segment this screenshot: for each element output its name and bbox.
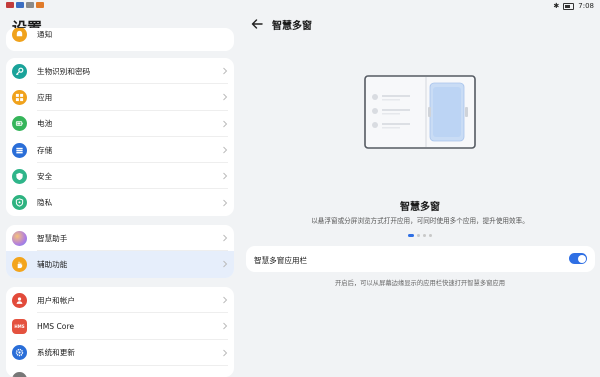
settings-item-apps[interactable]: 应用 (6, 84, 234, 111)
shield-icon (12, 168, 27, 184)
chevron-right-icon (223, 323, 228, 330)
chevron-right-icon (223, 296, 228, 304)
pager-dot-active[interactable] (408, 234, 414, 237)
settings-item-hms-core[interactable]: HMS HMS Core (6, 313, 234, 340)
settings-item-security[interactable]: 安全 (6, 163, 234, 190)
settings-item-notifications[interactable]: 通知 (6, 28, 234, 47)
user-icon (12, 292, 27, 308)
settings-item-system-update[interactable]: 系统和更新 (6, 340, 234, 366)
settings-item-users[interactable]: 用户和帐户 (6, 287, 234, 314)
pager-dot[interactable] (423, 234, 426, 237)
battery-icon (12, 116, 27, 132)
settings-group-accounts: 用户和帐户 HMS HMS Core 系统和更新 (6, 287, 234, 377)
settings-pane: 设置 通知 生物识别和密码 应用 (0, 0, 242, 377)
chevron-right-icon (223, 172, 228, 180)
feature-description: 以悬浮窗或分屏浏览方式打开应用，可同时使用多个应用，提升使用效率。 (311, 217, 529, 225)
settings-item-storage[interactable]: 存储 (6, 137, 234, 164)
hand-icon (12, 256, 27, 272)
pager-dot[interactable] (429, 234, 432, 237)
settings-group-top: 通知 (6, 28, 234, 51)
apps-grid-icon (12, 89, 27, 105)
multi-window-illustration (364, 75, 476, 149)
chevron-right-icon (223, 261, 228, 268)
bell-icon (12, 28, 27, 42)
settings-item-battery[interactable]: 电池 (6, 111, 234, 137)
settings-group-assist: 智慧助手 辅助功能 (6, 225, 234, 278)
detail-pane (242, 0, 600, 375)
settings-item-accessibility[interactable]: 辅助功能 (6, 251, 234, 278)
chevron-right-icon (223, 67, 228, 75)
toggle-knob (577, 254, 586, 263)
chevron-right-icon (223, 349, 228, 357)
settings-item-privacy[interactable]: 隐私 (6, 189, 234, 215)
more-icon (12, 371, 27, 377)
chevron-right-icon (223, 94, 228, 101)
pager-dots (408, 234, 432, 237)
key-icon (12, 63, 27, 79)
chevron-right-icon (223, 146, 228, 154)
toggle-label: 智慧多窗应用栏 (254, 256, 308, 265)
storage-icon (12, 142, 27, 158)
settings-group-system: 生物识别和密码 应用 电池 存储 安全 隐私 (6, 58, 234, 216)
chevron-right-icon (223, 120, 228, 128)
settings-item-biometrics[interactable]: 生物识别和密码 (6, 58, 234, 85)
toggle-hint: 开启后，可以从屏幕边缘显示的应用栏快速打开智慧多窗应用 (334, 280, 505, 287)
chevron-right-icon (223, 234, 228, 242)
settings-item-smart-assistant[interactable]: 智慧助手 (6, 225, 234, 252)
hms-core-icon: HMS (12, 318, 27, 334)
settings-item-more[interactable] (6, 366, 234, 377)
app-bar-toggle-switch[interactable] (569, 253, 587, 264)
chevron-right-icon (223, 199, 228, 206)
app-bar-setting-card: 智慧多窗应用栏 (246, 246, 595, 272)
settings-gear-icon (12, 345, 27, 361)
feature-title: 智慧多窗 (400, 202, 440, 213)
pager-dot[interactable] (417, 234, 420, 237)
detail-title: 智慧多窗 (272, 21, 312, 32)
privacy-shield-icon (12, 195, 27, 211)
assistant-orb-icon (12, 230, 27, 246)
back-arrow-icon[interactable] (250, 17, 264, 31)
